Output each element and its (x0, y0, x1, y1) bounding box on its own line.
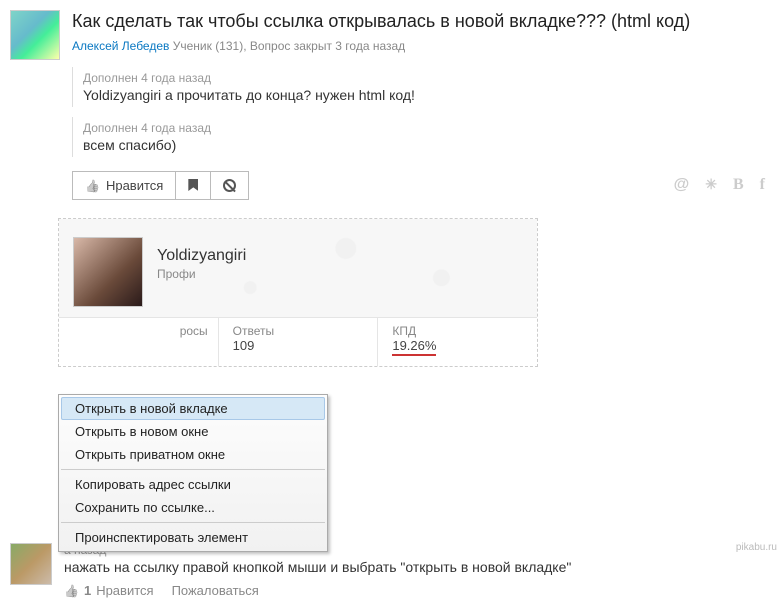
like-button[interactable]: Нравится (72, 171, 176, 200)
bookmark-button[interactable] (176, 171, 211, 200)
question-author-avatar[interactable] (10, 10, 60, 60)
context-menu-item-open-private[interactable]: Открыть приватном окне (61, 443, 325, 466)
stat-label: росы (73, 324, 208, 338)
stat-label: Ответы (233, 324, 368, 338)
profile-stat-kpd: КПД 19.26% (378, 318, 537, 366)
bookmark-icon (188, 179, 198, 191)
profile-stat-hidden: росы (59, 318, 219, 366)
addendum-timestamp: Дополнен 4 года назад (83, 121, 765, 135)
stat-value: 109 (233, 338, 368, 353)
profile-hover-card: Yoldizyangiri Профи росы Ответы 109 КПД … (58, 218, 538, 367)
addendum-text: всем спасибо) (83, 137, 765, 153)
context-menu-item-open-new-tab[interactable]: Открыть в новой вкладке (61, 397, 325, 420)
answer-text: нажать на ссылку правой кнопкой мыши и в… (64, 559, 571, 575)
thumb-up-icon (64, 583, 79, 598)
addendum-timestamp: Дополнен 4 года назад (83, 71, 765, 85)
answer-like-button[interactable]: 1 Нравится (64, 583, 154, 598)
thumb-up-icon (85, 178, 100, 193)
question-action-group: Нравится (72, 171, 249, 200)
profile-name[interactable]: Yoldizyangiri (157, 247, 246, 265)
question-author-meta: Ученик (131), Вопрос закрыт 3 года назад (169, 39, 405, 53)
watermark: pikabu.ru (736, 542, 777, 553)
answer-author-avatar[interactable] (10, 543, 52, 585)
mention-icon[interactable] (674, 176, 690, 194)
menu-separator (61, 469, 325, 470)
answer-like-label: Нравится (96, 583, 153, 598)
stat-value: 19.26% (392, 338, 436, 356)
context-menu-item-copy-link[interactable]: Копировать адрес ссылки (61, 473, 325, 496)
menu-separator (61, 522, 325, 523)
facebook-icon[interactable] (760, 176, 765, 194)
context-menu-item-save-link[interactable]: Сохранить по ссылке... (61, 496, 325, 519)
question-title: Как сделать так чтобы ссылка открывалась… (72, 10, 765, 33)
context-menu-item-open-new-window[interactable]: Открыть в новом окне (61, 420, 325, 443)
context-menu: Открыть в новой вкладке Открыть в новом … (58, 394, 328, 552)
answer-like-count: 1 (84, 583, 91, 598)
odnoklassniki-icon[interactable] (705, 176, 717, 194)
addendum-text: Yoldizyangiri а прочитать до конца? нуже… (83, 87, 765, 103)
vkontakte-icon[interactable] (733, 176, 744, 194)
profile-stat-answers: Ответы 109 (219, 318, 379, 366)
question-author-link[interactable]: Алексей Лебедев (72, 39, 169, 53)
addendum: Дополнен 4 года назад Yoldizyangiri а пр… (72, 67, 765, 107)
stat-label: КПД (392, 324, 527, 338)
addendum: Дополнен 4 года назад всем спасибо) (72, 117, 765, 157)
block-button[interactable] (211, 171, 249, 200)
ban-icon (223, 179, 236, 192)
like-label: Нравится (106, 178, 163, 193)
profile-rank: Профи (157, 267, 246, 281)
stat-value (73, 338, 208, 353)
context-menu-item-inspect[interactable]: Проинспектировать элемент (61, 526, 325, 549)
answer-complain-button[interactable]: Пожаловаться (172, 583, 259, 598)
share-bar (674, 176, 765, 194)
profile-avatar[interactable] (73, 237, 143, 307)
question-meta: Алексей Лебедев Ученик (131), Вопрос зак… (72, 39, 765, 53)
